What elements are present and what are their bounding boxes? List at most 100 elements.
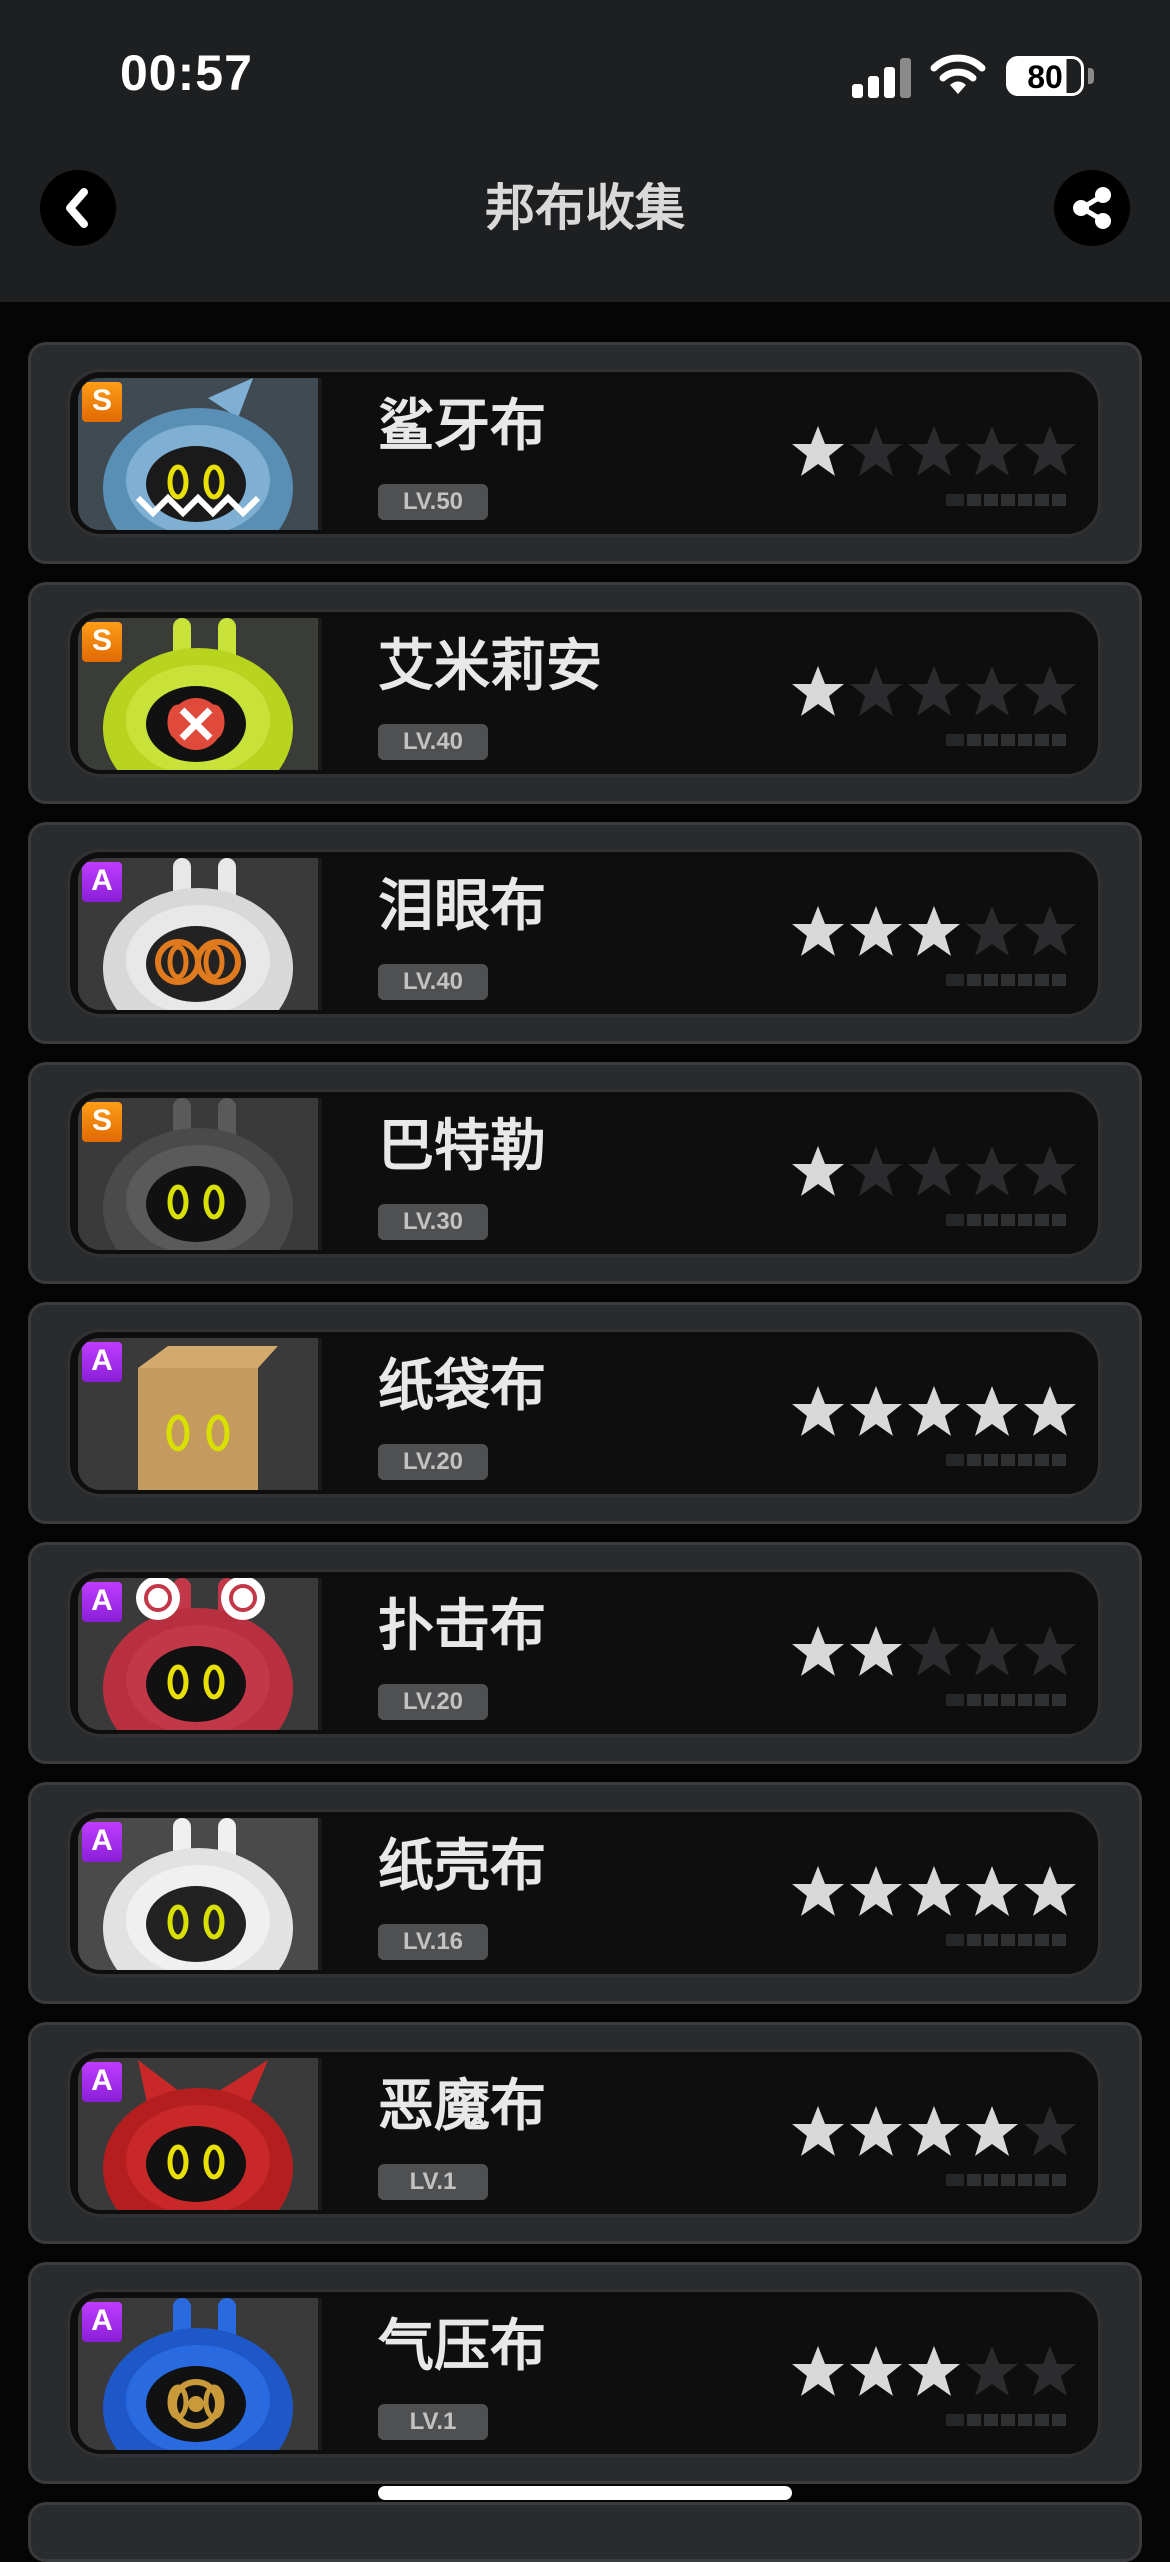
- decorative-pattern: [946, 1454, 1066, 1466]
- decorative-pattern: [946, 1694, 1066, 1706]
- star-filled-icon: [850, 906, 902, 956]
- bangboo-portrait: A: [78, 1818, 322, 1970]
- star-filled-icon: [1024, 1386, 1076, 1436]
- star-empty-icon: [966, 426, 1018, 476]
- star-empty-icon: [908, 426, 960, 476]
- bangboo-card[interactable]: A 纸袋布 LV.20: [28, 1302, 1142, 1524]
- level-badge: LV.30: [378, 1204, 488, 1240]
- star-filled-icon: [850, 1626, 902, 1676]
- bangboo-card-inner: A 气压布 LV.1: [67, 2289, 1101, 2457]
- star-rating: [790, 2344, 1090, 2404]
- level-badge: LV.16: [378, 1924, 488, 1960]
- share-button[interactable]: [1054, 170, 1130, 246]
- bangboo-portrait: A: [78, 1338, 322, 1490]
- decorative-pattern: [946, 494, 1066, 506]
- star-empty-icon: [1024, 666, 1076, 716]
- star-empty-icon: [1024, 2106, 1076, 2156]
- star-empty-icon: [908, 1626, 960, 1676]
- star-empty-icon: [1024, 1146, 1076, 1196]
- wifi-icon: [930, 54, 986, 94]
- nav-bar: 邦布收集: [0, 140, 1170, 302]
- bangboo-portrait: S: [78, 618, 322, 770]
- bangboo-card[interactable]: S 巴特勒 LV.30: [28, 1062, 1142, 1284]
- star-empty-icon: [850, 426, 902, 476]
- bangboo-portrait: S: [78, 1098, 322, 1250]
- star-rating: [790, 1384, 1090, 1444]
- star-filled-icon: [1024, 1866, 1076, 1916]
- battery-icon: 80: [1006, 56, 1084, 96]
- bangboo-card-inner: A 纸壳布 LV.16: [67, 1809, 1101, 1977]
- rank-badge: A: [82, 1822, 122, 1862]
- rank-badge: A: [82, 2062, 122, 2102]
- star-filled-icon: [792, 426, 844, 476]
- star-empty-icon: [1024, 1626, 1076, 1676]
- star-empty-icon: [850, 1146, 902, 1196]
- star-empty-icon: [908, 666, 960, 716]
- star-empty-icon: [908, 1146, 960, 1196]
- bangboo-name: 恶魔布: [378, 2074, 546, 2139]
- cellular-signal-icon: [852, 56, 912, 98]
- status-bar: 00:57 80: [0, 0, 1170, 140]
- bangboo-portrait: A: [78, 858, 322, 1010]
- bangboo-portrait: A: [78, 2298, 322, 2450]
- star-filled-icon: [966, 2106, 1018, 2156]
- page-title: 邦布收集: [485, 179, 685, 237]
- bangboo-card-inner: A 扑击布 LV.20: [67, 1569, 1101, 1737]
- star-empty-icon: [1024, 426, 1076, 476]
- rank-badge: S: [82, 622, 122, 662]
- bangboo-card[interactable]: A 恶魔布 LV.1: [28, 2022, 1142, 2244]
- star-filled-icon: [792, 1386, 844, 1436]
- rank-badge: S: [82, 1102, 122, 1142]
- rank-badge: A: [82, 1582, 122, 1622]
- bangboo-portrait: S: [78, 378, 322, 530]
- bangboo-card[interactable]: A 泪眼布 LV.40: [28, 822, 1142, 1044]
- star-filled-icon: [792, 666, 844, 716]
- bangboo-card[interactable]: A 气压布 LV.1: [28, 2262, 1142, 2484]
- level-badge: LV.1: [378, 2404, 488, 2440]
- star-empty-icon: [850, 666, 902, 716]
- bangboo-card-inner: A 纸袋布 LV.20: [67, 1329, 1101, 1497]
- star-filled-icon: [792, 1146, 844, 1196]
- home-indicator[interactable]: [378, 2486, 792, 2500]
- bangboo-card-inner: A 泪眼布 LV.40: [67, 849, 1101, 1017]
- star-empty-icon: [1024, 2346, 1076, 2396]
- battery-tip: [1088, 68, 1094, 84]
- level-badge: LV.40: [378, 724, 488, 760]
- bangboo-name: 纸袋布: [378, 1354, 546, 1419]
- bangboo-card[interactable]: A 扑击布 LV.20: [28, 1542, 1142, 1764]
- bangboo-card[interactable]: A 纸壳布 LV.16: [28, 1782, 1142, 2004]
- bangboo-name: 泪眼布: [378, 874, 546, 939]
- share-icon: [1073, 187, 1111, 229]
- bangboo-name: 气压布: [378, 2314, 546, 2379]
- level-badge: LV.40: [378, 964, 488, 1000]
- bangboo-name: 扑击布: [378, 1594, 546, 1659]
- decorative-pattern: [946, 734, 1066, 746]
- bangboo-portrait: A: [78, 2058, 322, 2210]
- level-badge: LV.20: [378, 1444, 488, 1480]
- star-empty-icon: [1024, 906, 1076, 956]
- bangboo-card[interactable]: S 鲨牙布 LV.50: [28, 342, 1142, 564]
- level-badge: LV.20: [378, 1684, 488, 1720]
- star-filled-icon: [792, 1866, 844, 1916]
- rank-badge: S: [82, 382, 122, 422]
- decorative-pattern: [946, 1934, 1066, 1946]
- star-rating: [790, 664, 1090, 724]
- star-filled-icon: [908, 2106, 960, 2156]
- star-filled-icon: [850, 2106, 902, 2156]
- star-filled-icon: [966, 1866, 1018, 1916]
- star-rating: [790, 1864, 1090, 1924]
- star-empty-icon: [966, 2346, 1018, 2396]
- level-badge: LV.1: [378, 2164, 488, 2200]
- decorative-pattern: [946, 1214, 1066, 1226]
- status-time: 00:57: [120, 45, 253, 101]
- star-filled-icon: [792, 906, 844, 956]
- rank-badge: A: [82, 862, 122, 902]
- star-rating: [790, 424, 1090, 484]
- decorative-pattern: [946, 2414, 1066, 2426]
- star-filled-icon: [908, 1386, 960, 1436]
- star-filled-icon: [792, 1626, 844, 1676]
- star-filled-icon: [908, 2346, 960, 2396]
- bangboo-card-inner: S 巴特勒 LV.30: [67, 1089, 1101, 1257]
- bangboo-card[interactable]: S 艾米莉安 LV.40: [28, 582, 1142, 804]
- star-rating: [790, 1624, 1090, 1684]
